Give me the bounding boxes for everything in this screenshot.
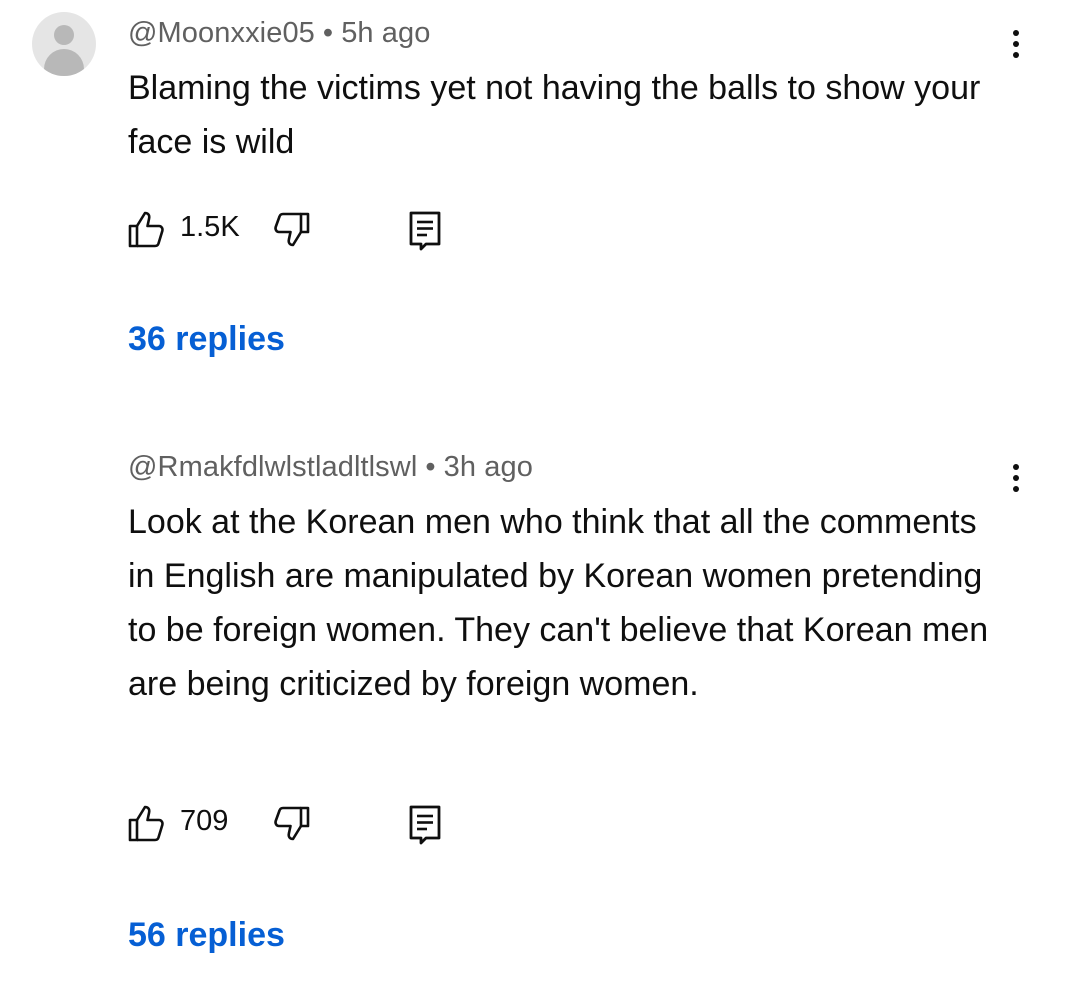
like-count: 709: [180, 805, 229, 837]
like-button[interactable]: [120, 798, 170, 848]
dislike-button[interactable]: [268, 798, 318, 848]
more-vert-icon[interactable]: [1000, 456, 1032, 500]
meta-separator: •: [425, 451, 436, 483]
comment-text: Look at the Korean men who think that al…: [128, 503, 989, 703]
reply-button[interactable]: [400, 798, 450, 848]
thumbs-down-icon: [274, 806, 310, 841]
comment-meta: @Rmakfdlwlstladltlswl • 3h ago: [128, 451, 533, 484]
comment-author-handle[interactable]: @Rmakfdlwlstladltlswl: [128, 451, 417, 483]
reply-comment-icon: [409, 805, 441, 845]
view-replies-link[interactable]: 56 replies: [128, 916, 285, 955]
comment-timestamp: 3h ago: [443, 451, 533, 483]
comment-item: @Rmakfdlwlstladltlswl • 3h ago Look at the…: [0, 0, 1080, 989]
thumbs-up-icon: [128, 805, 164, 842]
